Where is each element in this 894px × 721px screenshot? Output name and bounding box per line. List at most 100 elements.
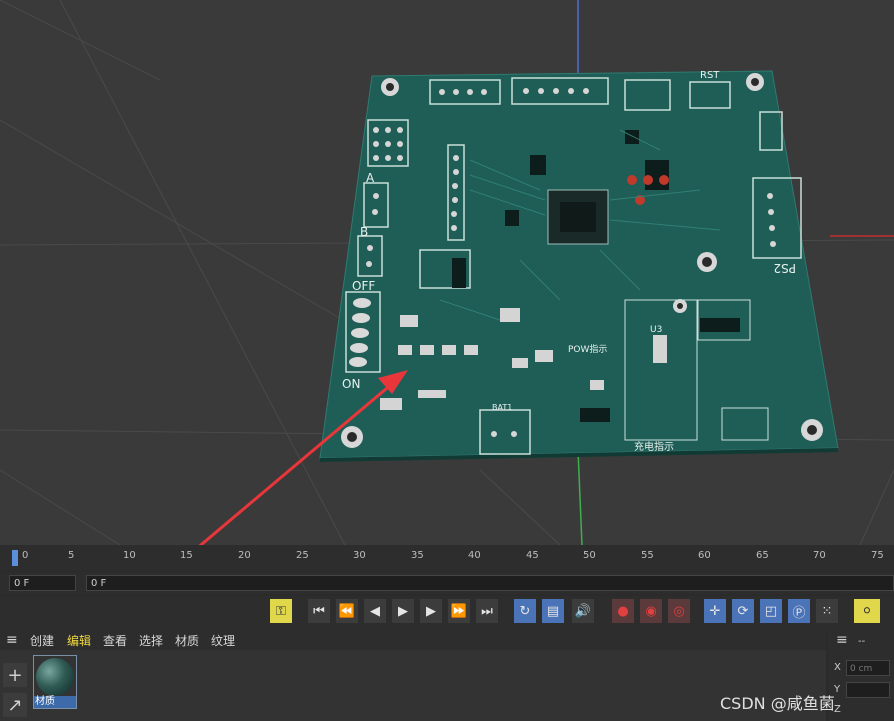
timeline-playhead[interactable] [12,550,18,566]
attr-dash: -- [858,636,866,647]
go-to-start-button[interactable]: ⏮ [308,599,330,623]
frame-track-value: 0 F [91,578,107,589]
auto-key-button[interactable]: ◎ [668,599,690,623]
move-key-button[interactable]: ✛ [704,599,726,623]
prev-frame-button[interactable]: ◀ [364,599,386,623]
z-axis-line [577,449,583,545]
hamburger-icon[interactable]: ≡ [6,632,18,648]
attr-y-field[interactable] [846,682,890,698]
skip-start-icon: ⏮ [313,603,325,619]
timeline-tick: 0 [22,550,29,561]
move-icon: ✛ [709,603,721,619]
menu-material[interactable]: 材质 [175,632,199,649]
material-scene-button[interactable]: ⚪ [854,599,880,623]
material-name: 材质 [34,696,76,708]
timeline-ruler[interactable]: 0 5 10 15 20 25 30 35 40 45 50 55 60 65 … [0,545,894,571]
viewport-scene: PS2 OFF ON RST U3 A B BAT1 POW指示 充电指示 [0,0,894,545]
current-frame-field[interactable]: 0 F [9,575,76,591]
p-icon: Ⓟ [792,605,806,621]
scale-icon: ◰ [764,603,778,619]
pcb-label-ps2: PS2 [774,261,797,275]
timeline-tick: 45 [526,550,539,561]
pcb-label-off: OFF [352,279,375,293]
spheres-icon: ⚪ [861,603,873,619]
pcb-label-b: B [360,225,368,239]
timeline-tick: 75 [871,550,884,561]
pcb-label-on: ON [342,377,360,391]
attr-x-label: X [834,662,841,673]
menu-select[interactable]: 选择 [139,632,163,649]
timeline-tick: 65 [756,550,769,561]
point-key-button[interactable]: ⁙ [816,599,838,623]
pcb-label-rst: RST [700,70,720,81]
timeline-tick: 5 [68,550,75,561]
scale-key-button[interactable]: ◰ [760,599,782,623]
go-to-end-button[interactable]: ⏭ [476,599,498,623]
grid-dots-icon: ⁙ [821,603,833,619]
play-icon: ▶ [398,603,408,619]
record-icon: ◉ [645,603,657,619]
menu-texture[interactable]: 纹理 [211,632,235,649]
rotate-key-button[interactable]: ⟳ [732,599,754,623]
frame-track-field[interactable]: 0 F [86,575,894,591]
step-forward-icon: ▶ [426,603,436,619]
film-button[interactable]: ▤ [542,599,564,623]
attribute-panel: ≡ -- X 0 cm Y Z [828,628,894,721]
play-button[interactable]: ▶ [392,599,414,623]
next-key-icon: ⏩ [450,603,468,619]
speaker-icon: 🔊 [574,603,592,619]
menu-icon[interactable]: ≡ [836,632,848,648]
skip-end-icon: ⏭ [481,603,493,619]
timeline-tick: 70 [813,550,826,561]
watermark: CSDN @咸鱼菌 [720,694,835,713]
pcb-label-charge: 充电指示 [634,440,674,453]
pcb-label-a: A [366,171,375,185]
timeline-tick: 55 [641,550,654,561]
rotate-icon: ⟳ [737,603,749,619]
material-manager [0,650,826,721]
timeline-tick: 15 [180,550,193,561]
material-menubar: ≡ 创建 编辑 查看 选择 材质 纹理 [0,628,826,650]
material-sphere [36,658,74,696]
link-arrow-icon[interactable]: ↗ [3,693,27,717]
timeline-tick: 20 [238,550,251,561]
next-key-button[interactable]: ⏩ [448,599,470,623]
frame-row: 0 F 0 F [0,572,894,594]
sound-button[interactable]: 🔊 [572,599,594,623]
attr-x-field[interactable]: 0 cm [846,660,890,676]
step-back-icon: ◀ [370,603,380,619]
param-key-button[interactable]: Ⓟ [788,599,810,623]
loop-button[interactable]: ↻ [514,599,536,623]
loop-icon: ↻ [519,603,531,619]
record-off-button[interactable]: ● [612,599,634,623]
pcb-label-bat: BAT1 [492,403,512,412]
record-disabled-icon: ● [617,603,629,619]
timeline-tick: 10 [123,550,136,561]
key-icon: ⚿ [276,603,286,619]
pcb-label-pow: POW指示 [568,343,607,355]
record-key-button[interactable]: ⚿ [270,599,292,623]
transport-toolbar: ⚿ ⏮ ⏪ ◀ ▶ ▶ ⏩ ⏭ ↻ ▤ 🔊 ● ◉ ◎ ✛ ⟳ ◰ Ⓟ ⁙ ⚪ [0,596,894,628]
timeline-tick: 30 [353,550,366,561]
next-frame-button[interactable]: ▶ [420,599,442,623]
menu-create[interactable]: 创建 [30,632,54,649]
attr-z-label: Z [834,704,841,715]
timeline-tick: 40 [468,550,481,561]
material-thumbnail[interactable]: 材质 [33,655,77,709]
auto-key-icon: ◎ [673,603,685,619]
pcb-board[interactable]: PS2 OFF ON RST U3 A B BAT1 POW指示 充电指示 [319,70,839,462]
timeline-tick: 60 [698,550,711,561]
record-button[interactable]: ◉ [640,599,662,623]
menu-view[interactable]: 查看 [103,632,127,649]
attr-y-label: Y [834,684,841,695]
timeline-tick: 25 [296,550,309,561]
timeline-tick: 35 [411,550,424,561]
pcb-label-u3: U3 [650,325,662,335]
film-icon: ▤ [546,603,560,619]
prev-key-icon: ⏪ [338,603,356,619]
timeline-tick: 50 [583,550,596,561]
prev-key-button[interactable]: ⏪ [336,599,358,623]
add-icon[interactable]: + [3,663,27,687]
viewport-3d[interactable]: PS2 OFF ON RST U3 A B BAT1 POW指示 充电指示 [0,0,894,545]
menu-edit[interactable]: 编辑 [67,632,91,649]
